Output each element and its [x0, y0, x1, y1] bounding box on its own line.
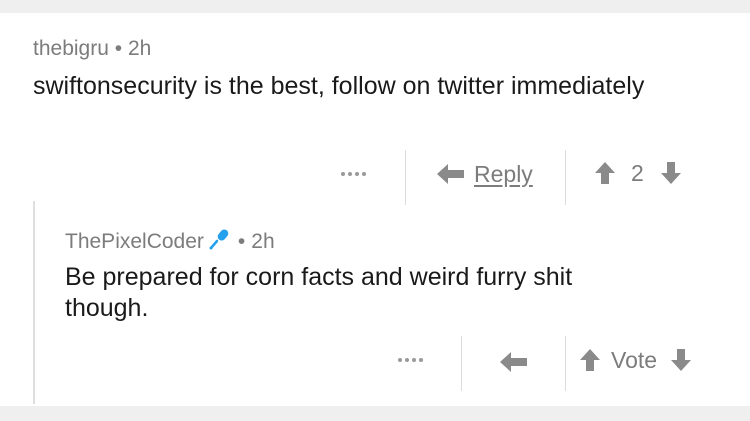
reply-author[interactable]: ThePixelCoder [65, 230, 204, 254]
comment-age: 2h [127, 37, 152, 60]
divider [405, 150, 406, 205]
reply-age: 2h [251, 230, 275, 253]
downvote-arrow-icon[interactable] [670, 348, 692, 372]
meta-separator: • [237, 230, 246, 253]
comment-meta: thebigru • 2h [33, 37, 151, 61]
divider [565, 150, 566, 205]
reply-button[interactable] [500, 347, 528, 377]
score-count: 2 [631, 159, 644, 186]
upvote-arrow-icon[interactable] [579, 348, 601, 372]
upvote-arrow-icon[interactable] [594, 161, 616, 185]
divider [565, 336, 566, 391]
more-dots-icon[interactable] [398, 358, 423, 362]
thread-line[interactable] [33, 201, 35, 404]
microphone-icon [208, 227, 232, 257]
reply-arrow-icon [437, 163, 465, 185]
vote-controls: Vote [579, 345, 692, 375]
reply-label: Reply [474, 160, 533, 187]
comment-card: thebigru • 2h swiftonsecurity is the bes… [0, 13, 750, 406]
reply-arrow-icon [500, 351, 528, 373]
comment-author[interactable]: thebigru [33, 37, 109, 60]
meta-separator: • [114, 37, 123, 60]
comment-text: swiftonsecurity is the best, follow on t… [33, 72, 645, 100]
vote-label: Vote [611, 346, 658, 373]
downvote-arrow-icon[interactable] [660, 161, 682, 185]
reply-button[interactable]: Reply [437, 159, 533, 189]
more-dots-icon[interactable] [341, 172, 366, 176]
divider [461, 336, 462, 391]
vote-controls: 2 [594, 158, 682, 188]
reply-text: Be prepared for corn facts and weird fur… [65, 263, 573, 322]
reply-meta: ThePixelCoder • 2h [65, 227, 275, 257]
